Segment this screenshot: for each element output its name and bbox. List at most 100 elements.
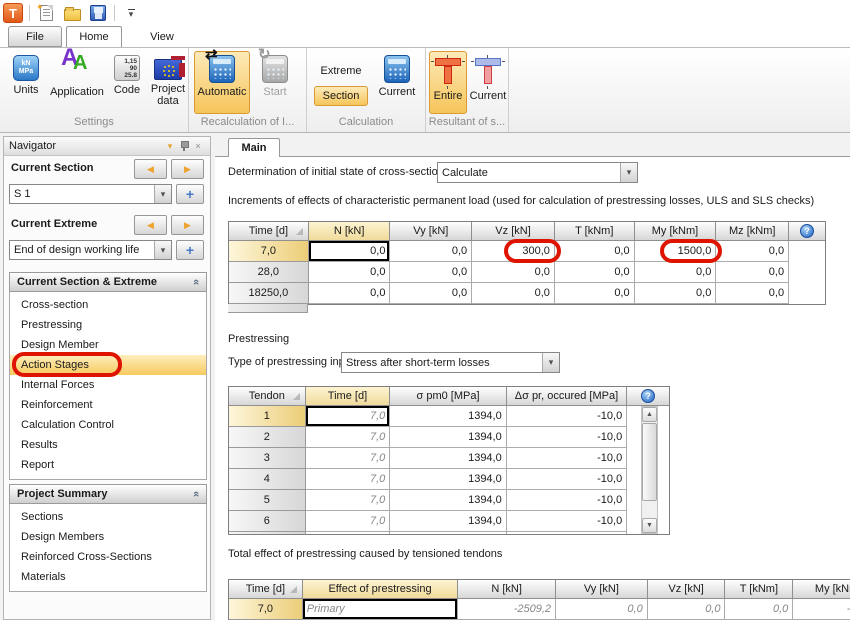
section-button[interactable]: Section [314, 86, 368, 106]
nav-item-prestressing[interactable]: Prestressing [10, 315, 206, 335]
column-header-sigma-pm0[interactable]: σ pm0 [MPa] [390, 387, 506, 406]
row-header-cell[interactable]: 28,0 [229, 262, 309, 283]
column-header-my[interactable]: My [kNm] [635, 222, 717, 241]
extreme-button[interactable]: Extreme [314, 61, 368, 81]
resultant-current-button[interactable]: Current [468, 51, 508, 114]
row-header-cell[interactable]: 7,0 [229, 241, 309, 262]
start-button[interactable]: ↻ Start [252, 51, 298, 114]
table-cell[interactable]: 1394,0 [390, 511, 506, 532]
row-header-cell[interactable]: 7 [229, 532, 306, 535]
table-cell-selected[interactable]: 0,0 [309, 241, 391, 262]
table-cell[interactable]: 0,0 [716, 283, 789, 304]
help-icon[interactable]: ? [641, 389, 655, 403]
table-cell[interactable]: 0,0 [555, 262, 635, 283]
nav-item-action-stages[interactable]: Action Stages [10, 355, 206, 375]
nav-item-reinforced-cross-sections[interactable]: Reinforced Cross-Sections [10, 547, 206, 567]
entire-button[interactable]: Entire [429, 51, 467, 114]
panel-menu-icon[interactable]: ▾ [163, 141, 177, 152]
table-cell[interactable]: 0,0 [716, 262, 789, 283]
row-header-cell[interactable]: 6 [229, 511, 306, 532]
group-header-current-section-extreme[interactable]: Current Section & Extreme « [9, 272, 207, 292]
row-header-cell[interactable]: 7,0 [229, 599, 303, 620]
nav-item-reinforcement[interactable]: Reinforcement [10, 395, 206, 415]
column-header-vy[interactable]: Vy [kN] [390, 222, 472, 241]
column-header-my[interactable]: My [kNm] [793, 580, 850, 599]
row-header-cell[interactable]: 5 [229, 490, 306, 511]
table-cell[interactable]: -10,0 [507, 469, 627, 490]
help-icon[interactable]: ? [800, 224, 814, 238]
scrollbar-thumb[interactable] [642, 423, 657, 501]
table-cell[interactable]: 7,0 [306, 490, 391, 511]
table-cell[interactable]: 0,0 [390, 241, 472, 262]
table-cell[interactable]: 0,0 [390, 262, 472, 283]
prestressing-type-select[interactable]: Stress after short-term losses ▾ [341, 352, 560, 373]
next-section-button[interactable]: ▶ [171, 159, 204, 179]
column-header-time[interactable]: Time [d] [229, 222, 309, 241]
column-header-mz[interactable]: Mz [kNm] [716, 222, 789, 241]
column-header-vz[interactable]: Vz [kN] [648, 580, 726, 599]
table-cell[interactable]: 1394,0 [390, 448, 506, 469]
collapse-chevron-icon[interactable]: « [190, 279, 202, 285]
close-icon[interactable]: × [191, 141, 205, 151]
column-header-t[interactable]: T [kNm] [555, 222, 635, 241]
application-button[interactable]: A A Application [48, 51, 106, 114]
calc-current-button[interactable]: Current [371, 51, 423, 114]
scroll-up-button[interactable]: ▲ [642, 407, 657, 422]
table-cell[interactable]: 0,0 [472, 262, 555, 283]
table-cell[interactable]: 0,0 [555, 283, 635, 304]
nav-item-sections[interactable]: Sections [10, 507, 206, 527]
row-header-cell[interactable]: 3 [229, 448, 306, 469]
table-cell[interactable]: 7,0 [306, 511, 391, 532]
tab-home[interactable]: Home [66, 26, 122, 47]
nav-item-materials[interactable]: Materials [10, 567, 206, 587]
table-cell[interactable]: 0,0 [555, 241, 635, 262]
nav-item-internal-forces[interactable]: Internal Forces [10, 375, 206, 395]
column-header-tendon[interactable]: Tendon [229, 387, 306, 406]
row-header-cell[interactable]: 1 [229, 406, 306, 427]
current-section-select[interactable]: S 1 ▾ [9, 184, 172, 204]
table-cell-annotated[interactable]: 300,0 [472, 241, 555, 262]
column-header-vy[interactable]: Vy [kN] [556, 580, 648, 599]
column-header-time[interactable]: Time [d] [229, 580, 303, 599]
table-cell[interactable]: 0,0 [309, 283, 391, 304]
add-extreme-button[interactable]: + [176, 240, 204, 260]
table-cell[interactable]: 0,0 [309, 262, 391, 283]
current-extreme-select[interactable]: End of design working life ▾ [9, 240, 172, 260]
collapse-chevron-icon[interactable]: « [190, 491, 202, 497]
nav-item-results[interactable]: Results [10, 435, 206, 455]
tab-file[interactable]: File [8, 26, 62, 47]
save-button[interactable] [88, 3, 108, 23]
next-extreme-button[interactable]: ▶ [171, 215, 204, 235]
app-logo-icon[interactable]: T [3, 3, 23, 23]
nav-item-report[interactable]: Report [10, 455, 206, 475]
dropdown-arrow-icon[interactable]: ▾ [154, 241, 171, 259]
dropdown-arrow-icon[interactable]: ▾ [542, 353, 559, 372]
table-cell[interactable]: 1394,0 [390, 406, 506, 427]
vertical-scrollbar[interactable]: ▲ ▼ [641, 406, 658, 534]
table-cell[interactable]: 1394,0 [390, 532, 506, 535]
table-cell[interactable]: -2509,2 [458, 599, 556, 620]
table-cell-selected[interactable]: Primary [303, 599, 459, 620]
table-cell[interactable]: 0,0 [635, 283, 717, 304]
pin-icon[interactable] [177, 140, 191, 153]
table-cell[interactable]: -10,0 [507, 511, 627, 532]
table-cell[interactable]: 0,0 [390, 283, 472, 304]
column-header-time[interactable]: Time [d] [306, 387, 391, 406]
table-cell[interactable]: -10,0 [507, 532, 627, 535]
table-cell[interactable]: 0,0 [648, 599, 726, 620]
table-cell[interactable]: -10,0 [507, 490, 627, 511]
new-document-button[interactable]: ✦ [36, 3, 56, 23]
row-header-cell[interactable]: 4 [229, 469, 306, 490]
table-cell[interactable]: 7,0 [306, 469, 391, 490]
column-header-effect[interactable]: Effect of prestressing [303, 580, 459, 599]
dropdown-arrow-icon[interactable]: ▾ [154, 185, 171, 203]
column-header-t[interactable]: T [kNm] [725, 580, 793, 599]
table-cell-annotated[interactable]: 1500,0 [635, 241, 717, 262]
table-cell[interactable]: -10,0 [507, 448, 627, 469]
table-cell-selected[interactable]: 7,0 [306, 406, 391, 427]
table-cell[interactable]: 0,0 [556, 599, 648, 620]
table-cell[interactable]: 0,0 [472, 283, 555, 304]
table-cell[interactable]: 1394,0 [390, 469, 506, 490]
table-cell[interactable]: 0,0 [716, 241, 789, 262]
nav-item-calculation-control[interactable]: Calculation Control [10, 415, 206, 435]
